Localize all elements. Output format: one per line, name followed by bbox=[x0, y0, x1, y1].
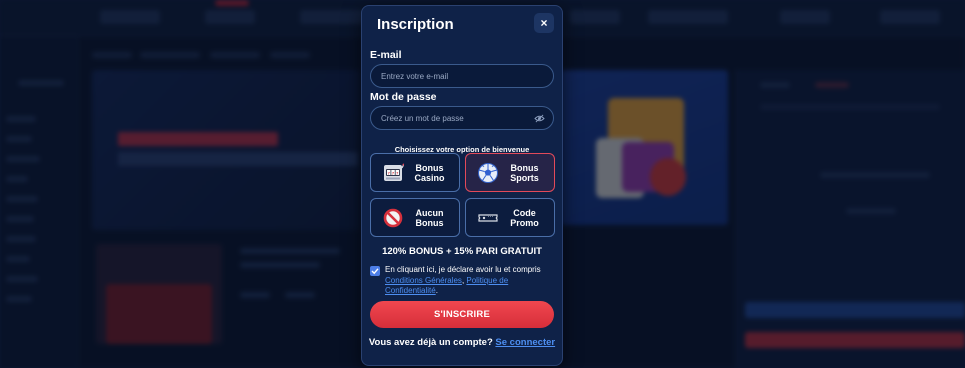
password-label: Mot de passe bbox=[370, 91, 437, 103]
terms-consent: En cliquant ici, je déclare avoir lu et … bbox=[370, 265, 556, 297]
no-bonus-icon bbox=[383, 208, 403, 227]
signup-button[interactable]: S'INSCRIRE bbox=[370, 301, 554, 328]
option-no-bonus-label: Aucun Bonus bbox=[415, 207, 444, 228]
close-icon: × bbox=[540, 16, 548, 30]
login-prompt: Vous avez déjà un compte? Se connecter bbox=[362, 337, 562, 348]
promo-ticket-icon bbox=[478, 213, 498, 222]
option-bonus-casino-label: Bonus Casino bbox=[414, 162, 445, 183]
email-field[interactable] bbox=[371, 65, 553, 87]
modal-title: Inscription bbox=[377, 16, 454, 33]
option-bonus-casino[interactable]: 7 7 7 Bonus Casino bbox=[370, 153, 460, 192]
bonus-offer-text: 120% BONUS + 15% PARI GRATUIT bbox=[382, 246, 542, 257]
checkmark-icon bbox=[371, 268, 379, 275]
option-bonus-sports[interactable]: Bonus Sports bbox=[465, 153, 555, 192]
password-field-wrapper bbox=[370, 106, 554, 130]
registration-modal: Inscription × E-mail Mot de passe Choisi… bbox=[361, 5, 563, 366]
email-field-wrapper bbox=[370, 64, 554, 88]
soccer-ball-icon bbox=[478, 162, 498, 183]
option-bonus-sports-label: Bonus Sports bbox=[510, 162, 539, 183]
login-prompt-text: Vous avez déjà un compte? bbox=[368, 337, 493, 348]
close-button[interactable]: × bbox=[534, 13, 554, 33]
eye-slash-icon[interactable] bbox=[534, 114, 545, 123]
email-label: E-mail bbox=[370, 49, 402, 61]
slot-machine-icon: 7 7 7 bbox=[384, 163, 404, 181]
option-no-bonus[interactable]: Aucun Bonus bbox=[370, 198, 460, 237]
terms-checkbox[interactable] bbox=[370, 266, 380, 276]
terms-conditions-link[interactable]: Conditions Générales bbox=[385, 276, 462, 285]
terms-consent-text: En cliquant ici, je déclare avoir lu et … bbox=[385, 265, 541, 274]
login-link[interactable]: Se connecter bbox=[495, 337, 555, 348]
terms-consent-end: . bbox=[435, 286, 438, 295]
option-promo-code[interactable]: Code Promo bbox=[465, 198, 555, 237]
password-field[interactable] bbox=[371, 107, 553, 129]
option-promo-code-label: Code Promo bbox=[510, 207, 539, 228]
